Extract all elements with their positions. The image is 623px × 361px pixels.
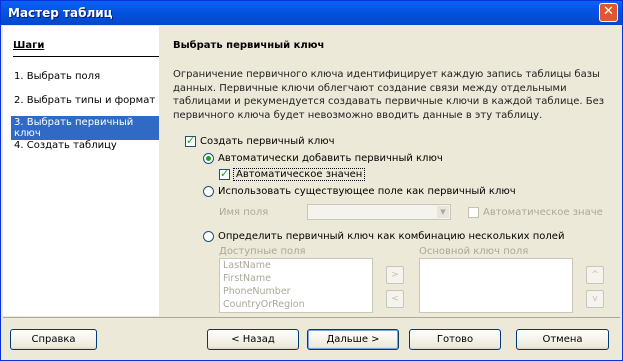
title-bar[interactable]: Мастер таблиц ✕ [1, 1, 622, 25]
auto-value-disabled-checkbox[interactable] [468, 207, 479, 218]
use-existing-radio[interactable] [203, 186, 214, 197]
footer-divider [3, 317, 620, 318]
list-item[interactable]: PhoneNumber [220, 285, 372, 298]
list-item[interactable]: CountryOrRegion [220, 298, 372, 311]
close-button[interactable]: ✕ [599, 3, 618, 22]
list-item[interactable]: LastName [220, 259, 372, 272]
move-up-button[interactable]: ^ [586, 266, 604, 284]
create-pk-checkbox[interactable] [185, 134, 196, 147]
page-description: Ограничение первичного ключа идентифицир… [173, 69, 605, 121]
move-left-button[interactable]: < [386, 290, 404, 308]
auto-add-radio[interactable] [203, 153, 214, 164]
step-select-types[interactable]: 2. Выбрать типы и формат [11, 94, 158, 107]
auto-value-disabled-option[interactable]: Автоматическое значе [468, 207, 603, 218]
step-select-primary-key[interactable]: 3. Выбрать первичный ключ [11, 116, 159, 140]
pk-fields-list[interactable] [419, 258, 573, 313]
steps-panel: Шаги 1. Выбрать поля 2. Выбрать типы и ф… [3, 26, 159, 316]
window-title: Мастер таблиц [8, 6, 113, 20]
use-existing-option[interactable]: Использовать существующее поле как перви… [203, 186, 516, 197]
help-button[interactable]: Справка [10, 329, 97, 350]
cancel-button[interactable]: Отмена [516, 329, 609, 350]
auto-value-option[interactable]: Автоматическое значен [219, 167, 366, 181]
auto-value-label: Автоматическое значен [232, 168, 366, 181]
field-name-combo[interactable]: ▼ [307, 204, 451, 220]
finish-button[interactable]: Готово [409, 329, 501, 350]
combine-option[interactable]: Определить первичный ключ как комбинацию… [203, 231, 564, 242]
available-fields-list[interactable]: LastName FirstName PhoneNumber CountryOr… [219, 258, 373, 313]
auto-add-label: Автоматически добавить первичный ключ [218, 153, 443, 164]
auto-value-checkbox[interactable] [219, 167, 230, 180]
next-button[interactable]: Дальше > [307, 329, 399, 350]
create-pk-option[interactable]: Создать первичный ключ [185, 134, 335, 147]
pk-fields-label: Основной ключ поля [419, 246, 529, 257]
table-wizard-window: Мастер таблиц ✕ Шаги 1. Выбрать поля 2. … [0, 0, 623, 361]
auto-value-disabled-label: Автоматическое значе [483, 207, 603, 218]
back-button[interactable]: < Назад [207, 329, 299, 350]
combine-radio[interactable] [203, 231, 214, 242]
auto-add-option[interactable]: Автоматически добавить первичный ключ [203, 153, 443, 164]
field-name-label: Имя поля [219, 207, 269, 218]
combine-label: Определить первичный ключ как комбинацию… [218, 231, 565, 242]
chevron-down-icon[interactable]: ▼ [437, 206, 449, 218]
create-pk-label: Создать первичный ключ [200, 136, 335, 147]
move-right-button[interactable]: > [386, 266, 404, 284]
page-title: Выбрать первичный ключ [173, 40, 325, 51]
steps-divider [13, 56, 159, 57]
step-create-table[interactable]: 4. Создать таблицу [11, 139, 120, 152]
main-panel: Выбрать первичный ключ Ограничение перви… [161, 26, 619, 316]
use-existing-label: Использовать существующее поле как перви… [218, 186, 516, 197]
steps-heading: Шаги [13, 40, 45, 51]
step-select-fields[interactable]: 1. Выбрать поля [11, 70, 103, 83]
move-down-button[interactable]: v [586, 290, 604, 308]
available-fields-label: Доступные поля [219, 246, 306, 257]
list-item[interactable]: FirstName [220, 272, 372, 285]
